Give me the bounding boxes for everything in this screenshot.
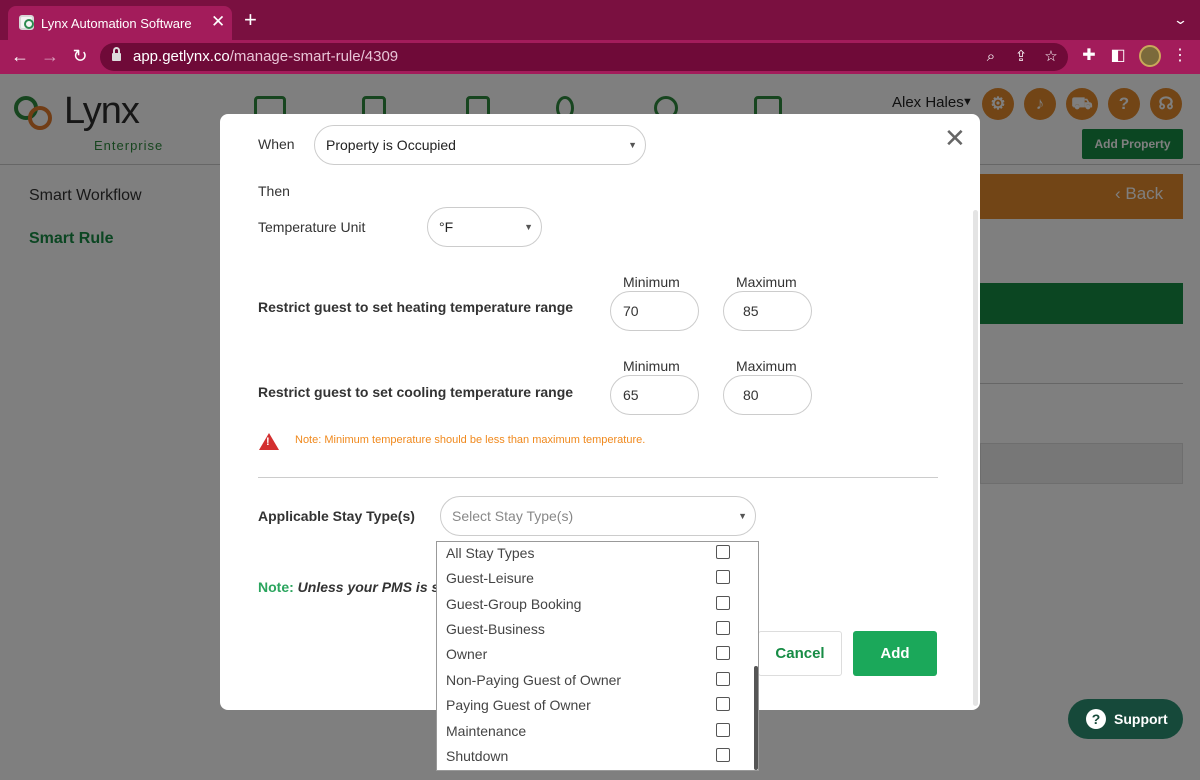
stay-type-select[interactable]: Select Stay Type(s) ▼: [440, 496, 756, 536]
tab-title: Lynx Automation Software: [41, 16, 192, 31]
checkbox[interactable]: [716, 646, 730, 660]
forward-arrow-icon[interactable]: →: [39, 45, 61, 67]
then-label: Then: [258, 183, 290, 199]
url-text: app.getlynx.co/manage-smart-rule/4309: [133, 48, 399, 65]
temperature-unit-select[interactable]: °F ▼: [427, 207, 542, 247]
checkbox[interactable]: [716, 596, 730, 610]
bookmark-star-icon[interactable]: ☆: [1041, 47, 1061, 67]
list-item[interactable]: Maintenance: [446, 720, 746, 745]
temperature-warning-text: Note: Minimum temperature should be less…: [295, 434, 646, 446]
heating-maximum-label: Maximum: [736, 274, 797, 290]
add-button[interactable]: Add: [853, 631, 937, 676]
checkbox[interactable]: [716, 697, 730, 711]
heating-minimum-label: Minimum: [623, 274, 680, 290]
tab-close-icon[interactable]: ✕: [211, 13, 225, 30]
temperature-unit-label: Temperature Unit: [258, 219, 366, 235]
heating-max-input[interactable]: 85: [723, 291, 812, 331]
stay-type-dropdown-list: All Stay Types Guest-Leisure Guest-Group…: [436, 541, 759, 771]
cooling-range-label: Restrict guest to set cooling temperatur…: [258, 384, 574, 400]
share-icon[interactable]: ⇪: [1011, 47, 1031, 67]
menu-kebab-icon[interactable]: ⋮: [1170, 46, 1190, 66]
chevron-down-icon: ▼: [738, 511, 747, 521]
favicon-icon: [19, 15, 34, 30]
list-item[interactable]: Guest-Leisure: [446, 567, 746, 592]
support-button[interactable]: ? Support: [1068, 699, 1183, 739]
browser-toolbar: ← → ↻ app.getlynx.co/manage-smart-rule/4…: [0, 40, 1200, 74]
close-icon[interactable]: ✕: [944, 125, 966, 151]
pms-note: Note: Unless your PMS is sup: [258, 579, 457, 595]
tab-search-chevron-icon[interactable]: ⌄: [1173, 12, 1188, 28]
checkbox[interactable]: [716, 748, 730, 762]
heating-min-input[interactable]: 70: [610, 291, 699, 331]
help-circle-icon: ?: [1086, 709, 1106, 729]
checkbox[interactable]: [716, 570, 730, 584]
cooling-minimum-label: Minimum: [623, 358, 680, 374]
browser-tab[interactable]: Lynx Automation Software ✕: [8, 6, 232, 40]
modal-scrollbar[interactable]: [973, 210, 978, 706]
checkbox[interactable]: [716, 672, 730, 686]
lock-icon: [112, 47, 121, 61]
list-item[interactable]: Guest-Business: [446, 618, 746, 643]
zoom-icon[interactable]: ⌕: [981, 47, 1001, 67]
new-tab-button[interactable]: +: [244, 9, 257, 31]
stay-type-label: Applicable Stay Type(s): [258, 508, 415, 524]
when-label: When: [258, 136, 295, 152]
browser-tabbar: Lynx Automation Software ✕ + ⌄: [0, 0, 1200, 40]
list-item[interactable]: All Stay Types: [446, 542, 746, 567]
list-item[interactable]: Non-Paying Guest of Owner: [446, 669, 746, 694]
list-item[interactable]: Owner: [446, 643, 746, 668]
dropdown-scrollbar[interactable]: [754, 666, 758, 770]
checkbox[interactable]: [716, 545, 730, 559]
extensions-puzzle-icon[interactable]: ✚: [1079, 46, 1099, 66]
side-panel-icon[interactable]: ◧: [1108, 46, 1128, 66]
when-select[interactable]: Property is Occupied ▼: [314, 125, 646, 165]
heating-range-label: Restrict guest to set heating temperatur…: [258, 299, 574, 315]
cooling-min-input[interactable]: 65: [610, 375, 699, 415]
checkbox[interactable]: [716, 723, 730, 737]
profile-avatar[interactable]: [1139, 45, 1161, 67]
chevron-down-icon: ▼: [628, 140, 637, 150]
list-item[interactable]: Paying Guest of Owner: [446, 694, 746, 719]
list-item[interactable]: Shutdown: [446, 745, 746, 770]
modal-divider: [258, 477, 938, 478]
list-item[interactable]: Guest-Group Booking: [446, 593, 746, 618]
address-bar[interactable]: app.getlynx.co/manage-smart-rule/4309 ⌕ …: [100, 43, 1068, 71]
cooling-maximum-label: Maximum: [736, 358, 797, 374]
cancel-button[interactable]: Cancel: [758, 631, 842, 676]
checkbox[interactable]: [716, 621, 730, 635]
reload-icon[interactable]: ↻: [69, 45, 91, 67]
back-arrow-icon[interactable]: ←: [9, 45, 31, 67]
cooling-max-input[interactable]: 80: [723, 375, 812, 415]
chevron-down-icon: ▼: [524, 222, 533, 232]
